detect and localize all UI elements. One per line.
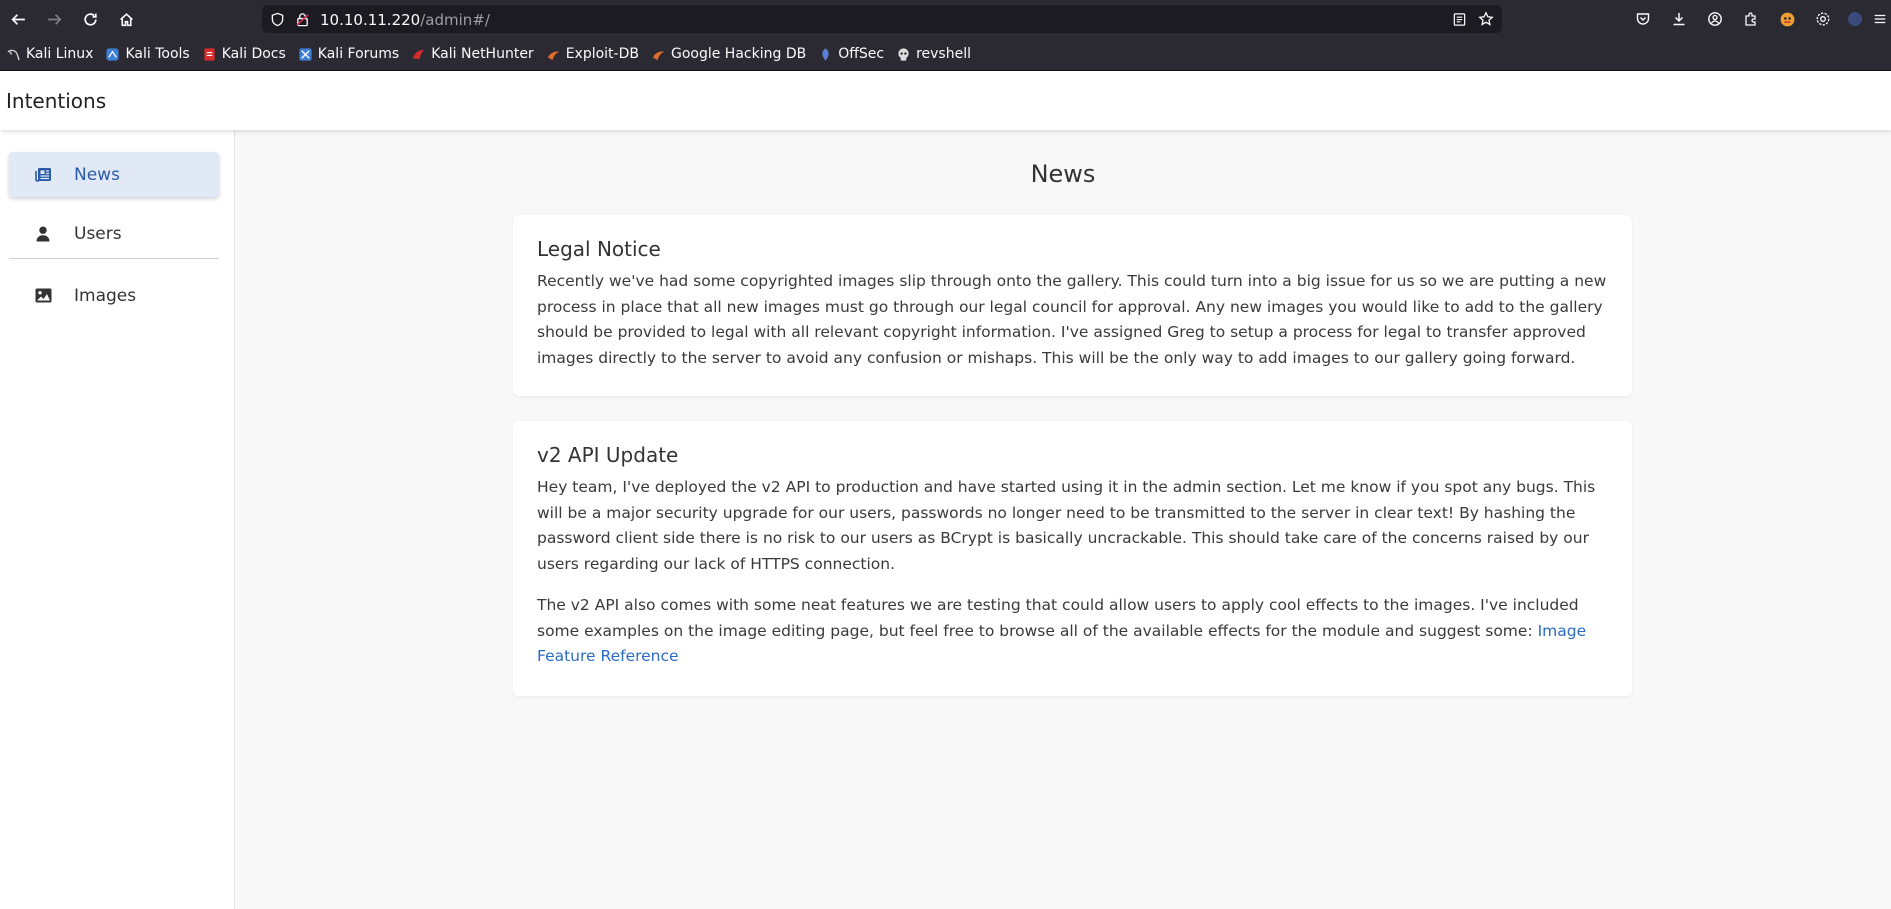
kali-docs-icon	[202, 47, 217, 62]
settings-extension-button[interactable]	[1805, 0, 1841, 38]
kali-tools-icon	[105, 47, 120, 62]
bookmark-label: revshell	[916, 46, 971, 62]
main-content: News Legal Notice Recently we've had som…	[235, 130, 1891, 909]
toolbar-right-icons	[1625, 0, 1891, 38]
bookmark-label: OffSec	[838, 46, 885, 62]
news-card-api-update: v2 API Update Hey team, I've deployed th…	[513, 421, 1632, 696]
news-card-title: v2 API Update	[537, 443, 679, 467]
exploit-db-icon	[546, 47, 561, 62]
foxyproxy-button[interactable]	[1769, 0, 1805, 38]
insecure-lock-icon[interactable]	[293, 10, 311, 28]
shield-icon[interactable]	[268, 10, 286, 28]
app-header: Intentions	[0, 71, 1891, 130]
sidebar-item-label: News	[74, 164, 120, 185]
puzzle-icon	[1745, 12, 1756, 26]
bookmark-kali-tools[interactable]: Kali Tools	[105, 42, 190, 66]
url-host: 10.10.11.220	[320, 10, 421, 29]
gear-icon	[1816, 12, 1830, 26]
sidebar-item-images[interactable]: Images	[9, 273, 219, 318]
news-card-body-2: The v2 API also comes with some neat fea…	[537, 593, 1608, 670]
url-text[interactable]: 10.10.11.220/admin#/	[320, 10, 490, 29]
browser-toolbar: 10.10.11.220/admin#/	[0, 0, 1891, 38]
bookmark-label: Kali Docs	[221, 46, 286, 62]
downloads-button[interactable]	[1661, 0, 1697, 38]
arrow-right-icon	[47, 13, 62, 25]
bookmark-kali-docs[interactable]: Kali Docs	[202, 42, 286, 66]
news-card-title: Legal Notice	[537, 237, 661, 261]
bookmark-star-icon[interactable]	[1477, 10, 1495, 28]
bookmark-kali-linux[interactable]: Kali Linux	[6, 42, 93, 66]
container-button[interactable]	[1841, 0, 1869, 38]
back-button[interactable]	[0, 0, 36, 38]
url-bar[interactable]: 10.10.11.220/admin#/	[262, 5, 1502, 33]
bookmark-label: Kali NetHunter	[431, 46, 534, 62]
download-icon	[1673, 13, 1685, 26]
image-icon	[34, 287, 52, 305]
bookmark-label: Exploit-DB	[565, 46, 639, 62]
menu-button[interactable]	[1869, 0, 1891, 38]
kali-nethunter-icon	[411, 47, 426, 62]
account-button[interactable]	[1697, 0, 1733, 38]
url-path: /admin#/	[420, 10, 490, 29]
bookmark-kali-nethunter[interactable]: Kali NetHunter	[411, 42, 534, 66]
bookmark-kali-forums[interactable]: Kali Forums	[298, 42, 399, 66]
app-title[interactable]: Intentions	[6, 89, 106, 113]
pocket-icon	[1636, 13, 1650, 25]
skull-icon	[896, 47, 911, 62]
news-card-legal-notice: Legal Notice Recently we've had some cop…	[513, 215, 1632, 396]
account-icon	[1708, 12, 1722, 26]
bookmark-revshell[interactable]: revshell	[896, 42, 971, 66]
forward-button[interactable]	[36, 0, 72, 38]
page-title: News	[1030, 160, 1096, 188]
pocket-button[interactable]	[1625, 0, 1661, 38]
user-icon	[34, 225, 52, 243]
arrow-left-icon	[10, 13, 25, 25]
bookmark-google-hacking-db[interactable]: Google Hacking DB	[651, 42, 806, 66]
home-icon	[119, 12, 133, 26]
sidebar-item-label: Images	[74, 285, 137, 306]
kali-dragon-icon	[6, 47, 21, 62]
bookmark-label: Kali Tools	[125, 46, 190, 62]
bookmark-exploit-db[interactable]: Exploit-DB	[546, 42, 639, 66]
reload-button[interactable]	[72, 0, 108, 38]
fox-extension-icon	[1780, 12, 1794, 26]
sidebar-item-news[interactable]: News	[9, 152, 219, 197]
kali-forums-icon	[298, 47, 313, 62]
blue-dot-icon	[1848, 12, 1862, 26]
bookmark-label: Google Hacking DB	[670, 46, 807, 62]
ghdb-icon	[651, 47, 666, 62]
sidebar: News Users Images	[0, 130, 235, 909]
newspaper-icon	[34, 166, 52, 184]
bookmark-offsec[interactable]: OffSec	[818, 42, 884, 66]
extensions-button[interactable]	[1733, 0, 1769, 38]
bookmark-label: Kali Forums	[317, 46, 400, 62]
bookmarks-bar: Kali Linux Kali Tools Kali Docs Kali For…	[0, 38, 1891, 71]
news-card-body-text: The v2 API also comes with some neat fea…	[537, 596, 1579, 640]
news-card-body: Hey team, I've deployed the v2 API to pr…	[537, 478, 1596, 573]
home-button[interactable]	[108, 0, 144, 38]
reload-icon	[83, 12, 97, 26]
bookmark-label: Kali Linux	[26, 46, 94, 62]
news-card-body: Recently we've had some copyrighted imag…	[537, 272, 1607, 367]
sidebar-item-users[interactable]: Users	[9, 211, 219, 256]
sidebar-item-label: Users	[74, 223, 122, 244]
hamburger-menu-icon	[1874, 14, 1886, 24]
offsec-icon	[818, 47, 833, 62]
sidebar-divider	[9, 258, 219, 259]
reader-view-icon[interactable]	[1450, 10, 1468, 28]
